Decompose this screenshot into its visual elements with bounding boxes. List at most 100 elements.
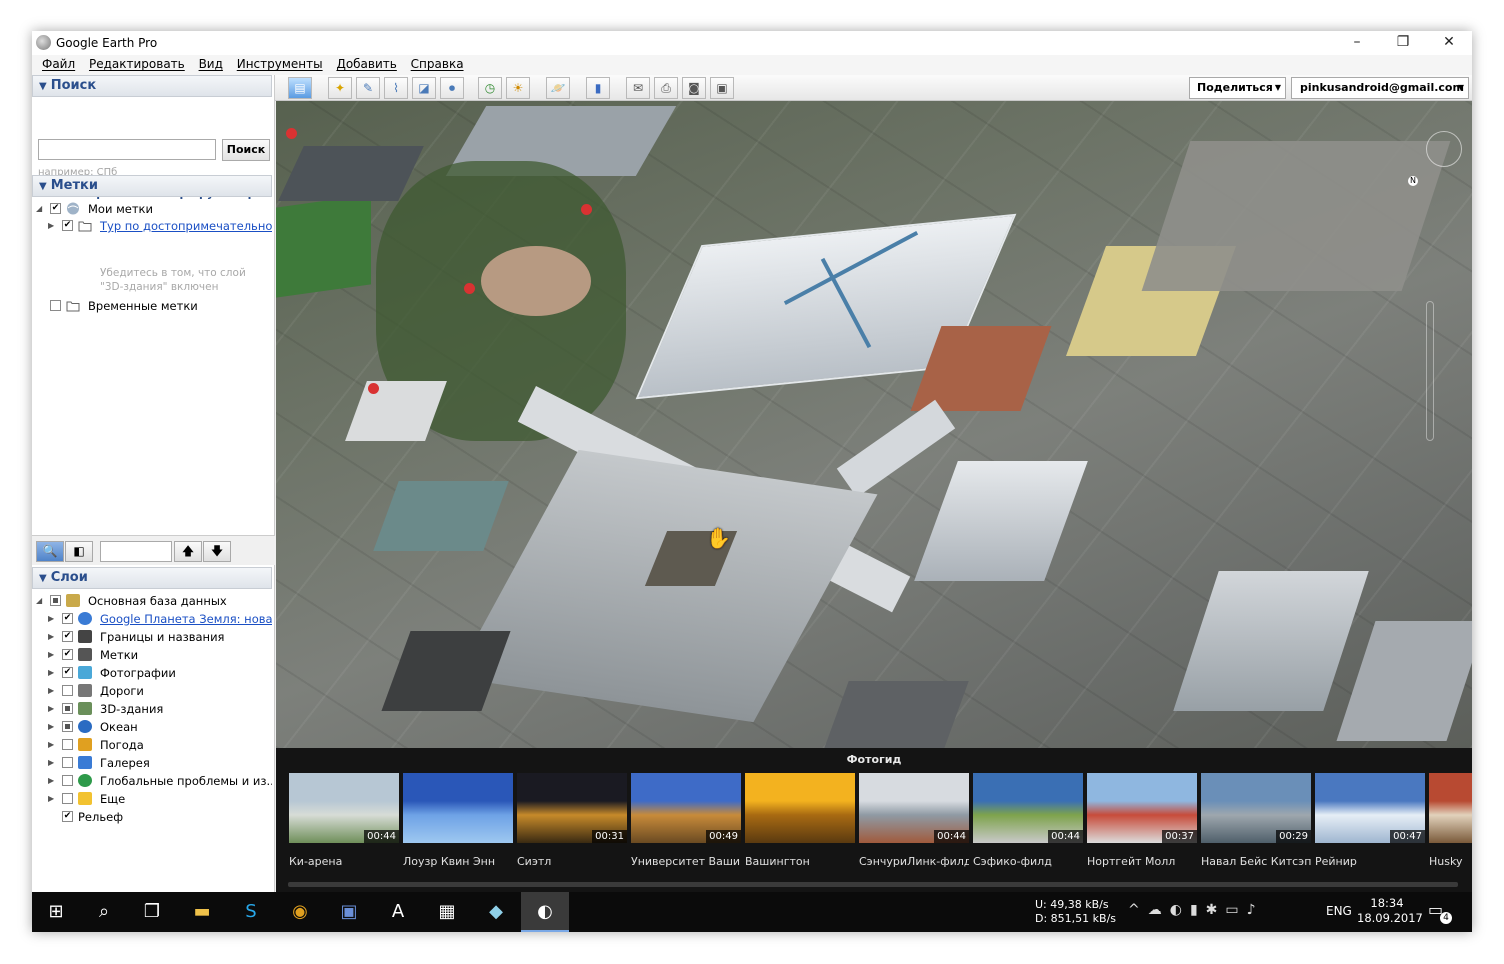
photo-guide-thumbnail[interactable]: 00:47 bbox=[1315, 773, 1425, 843]
expand-arrow-icon[interactable]: ▶ bbox=[48, 754, 56, 772]
skype-icon[interactable]: S bbox=[227, 892, 275, 932]
photo-guide-thumbnail[interactable]: 00:44 bbox=[973, 773, 1083, 843]
layer-row[interactable]: ▶ 3D-здания bbox=[32, 700, 272, 718]
photo-guide-thumbnail[interactable]: 00:31 bbox=[517, 773, 627, 843]
sidebar-filter-input[interactable] bbox=[100, 541, 172, 562]
thumbnail-label[interactable]: Университет Ваши... bbox=[631, 855, 741, 868]
menu-help[interactable]: Справка bbox=[406, 55, 469, 73]
thumbnail-label[interactable]: Нортгейт Молл bbox=[1087, 855, 1197, 868]
layer-row[interactable]: ▶ Еще bbox=[32, 790, 272, 808]
layer-row[interactable]: ▶ Погода bbox=[32, 736, 272, 754]
minimize-button[interactable]: – bbox=[1334, 31, 1380, 55]
expand-arrow-icon[interactable]: ▶ bbox=[48, 772, 56, 790]
thumbnail-label[interactable]: Сиэтл bbox=[517, 855, 627, 868]
compass-ring[interactable] bbox=[1426, 131, 1462, 167]
tree-item-tour[interactable]: ▶ ✔ Тур по достопримечательностям bbox=[32, 217, 272, 235]
taskbar-clock[interactable]: 18:34 18.09.2017 bbox=[1357, 896, 1423, 926]
photo-guide-thumbnail[interactable]: 00:29 bbox=[1201, 773, 1311, 843]
expand-arrow-icon[interactable]: ▶ bbox=[48, 610, 56, 628]
layer-row[interactable]: ▶ Дороги bbox=[32, 682, 272, 700]
save-image-icon[interactable]: ▣ bbox=[710, 77, 734, 99]
email-icon[interactable]: ✉ bbox=[626, 77, 650, 99]
layer-checkbox[interactable]: ✔ bbox=[62, 667, 73, 678]
system-tray-icons[interactable]: ^☁◐▮✱▭♪ bbox=[1128, 902, 1264, 918]
calculator-icon[interactable]: ▦ bbox=[423, 892, 471, 932]
add-polygon-icon[interactable]: ✎ bbox=[356, 77, 380, 99]
expand-arrow-icon[interactable]: ▶ bbox=[48, 718, 56, 736]
layer-row[interactable]: ▶ Галерея bbox=[32, 754, 272, 772]
tree-item-label[interactable]: Тур по достопримечательностям bbox=[100, 217, 272, 235]
layer-checkbox[interactable]: ✔ bbox=[62, 649, 73, 660]
layer-row[interactable]: ▶ ✔ Google Планета Земля: новая в bbox=[32, 610, 272, 628]
sidebar-toggle-icon[interactable]: ▤ bbox=[288, 77, 312, 99]
collapse-arrow-icon[interactable]: ◢ bbox=[36, 200, 44, 218]
save-disk-icon[interactable]: ▣ bbox=[325, 892, 373, 932]
close-button[interactable]: ✕ bbox=[1426, 31, 1472, 55]
menu-view[interactable]: Вид bbox=[194, 55, 228, 73]
layers-panel-header[interactable]: ▼ Слои bbox=[32, 567, 272, 589]
file-explorer-icon[interactable]: ▬ bbox=[178, 892, 226, 932]
google-earth-taskbar-icon[interactable]: ◐ bbox=[521, 892, 569, 932]
add-placemark-icon[interactable]: ✦ bbox=[328, 77, 352, 99]
image-overlay-icon[interactable]: ◪ bbox=[412, 77, 436, 99]
layer-row[interactable]: ▶ ✔ Фотографии bbox=[32, 664, 272, 682]
ruler-icon[interactable]: ▮ bbox=[586, 77, 610, 99]
layer-checkbox[interactable] bbox=[50, 595, 61, 606]
chrome-icon[interactable]: ◉ bbox=[276, 892, 324, 932]
photo-guide-thumbnail[interactable]: 00:44 bbox=[859, 773, 969, 843]
print-icon[interactable]: ⎙ bbox=[654, 77, 678, 99]
search-input[interactable] bbox=[38, 139, 216, 160]
maximize-button[interactable]: ❐ bbox=[1380, 31, 1426, 55]
thumbnail-label[interactable]: Сэфико-филд bbox=[973, 855, 1083, 868]
search-button[interactable]: Поиск bbox=[222, 139, 270, 161]
panel-toggle-icon[interactable]: ◧ bbox=[65, 541, 93, 562]
menu-tools[interactable]: Инструменты bbox=[232, 55, 328, 73]
move-down-arrow-icon[interactable]: 🡇 bbox=[203, 541, 231, 562]
layer-row[interactable]: ◢ Основная база данных bbox=[32, 592, 272, 610]
photo-360-marker-icon[interactable] bbox=[368, 383, 379, 394]
expand-arrow-icon[interactable]: ▶ bbox=[48, 217, 56, 235]
thumbnail-label[interactable]: Навал Бейс Китсэп... bbox=[1201, 855, 1311, 868]
move-up-arrow-icon[interactable]: 🡅 bbox=[174, 541, 202, 562]
layer-row[interactable]: ✔ Рельеф bbox=[32, 808, 272, 826]
photo-guide-scrollbar[interactable] bbox=[288, 882, 1458, 887]
record-tour-icon[interactable]: ⏺ bbox=[440, 77, 464, 99]
thumbnail-label[interactable]: СэнчуриЛинк-филд bbox=[859, 855, 969, 868]
layer-row[interactable]: ▶ Океан bbox=[32, 718, 272, 736]
expand-arrow-icon[interactable]: ▶ bbox=[48, 646, 56, 664]
font-app-icon[interactable]: A bbox=[374, 892, 422, 932]
photo-360-marker-icon[interactable] bbox=[464, 283, 475, 294]
layer-checkbox[interactable]: ✔ bbox=[62, 631, 73, 642]
photo-guide-thumbnail[interactable]: 00:44 bbox=[289, 773, 399, 843]
title-bar[interactable]: Google Earth Pro – ❐ ✕ bbox=[32, 31, 1472, 55]
magnifier-search-icon[interactable]: 🔍 bbox=[36, 541, 64, 562]
planets-icon[interactable]: 🪐 bbox=[546, 77, 570, 99]
layer-row[interactable]: ▶ ✔ Границы и названия bbox=[32, 628, 272, 646]
thumbnail-label[interactable]: Ки-арена bbox=[289, 855, 399, 868]
expand-arrow-icon[interactable]: ▶ bbox=[48, 790, 56, 808]
action-center-icon[interactable]: ▭ 4 bbox=[1428, 900, 1452, 924]
layer-checkbox[interactable]: ✔ bbox=[62, 811, 73, 822]
task-view-icon[interactable]: ❐ bbox=[128, 892, 176, 932]
menu-edit[interactable]: Редактировать bbox=[84, 55, 190, 73]
layer-row[interactable]: ▶ Глобальные проблемы и из... bbox=[32, 772, 272, 790]
layer-checkbox[interactable]: ✔ bbox=[62, 613, 73, 624]
thumbnail-label[interactable]: Husky bbox=[1429, 855, 1472, 868]
layer-checkbox[interactable] bbox=[62, 793, 73, 804]
add-path-icon[interactable]: ⌇ bbox=[384, 77, 408, 99]
search-icon[interactable]: ⌕ bbox=[80, 892, 128, 932]
share-button[interactable]: Поделиться ▼ bbox=[1189, 77, 1286, 99]
map-3d-view[interactable]: N ✋ bbox=[276, 101, 1472, 748]
menu-file[interactable]: Файл bbox=[37, 55, 80, 73]
north-indicator-icon[interactable]: N bbox=[1408, 176, 1418, 186]
layer-checkbox[interactable] bbox=[62, 703, 73, 714]
layer-checkbox[interactable] bbox=[62, 721, 73, 732]
expand-arrow-icon[interactable]: ▶ bbox=[48, 700, 56, 718]
photo-guide-thumbnail[interactable] bbox=[745, 773, 855, 843]
thumbnail-label[interactable]: Лоузр Квин Энн bbox=[403, 855, 513, 868]
tour-checkbox[interactable]: ✔ bbox=[62, 220, 73, 231]
expand-arrow-icon[interactable]: ▶ bbox=[48, 736, 56, 754]
account-button[interactable]: pinkusandroid@gmail.com ▼ bbox=[1291, 77, 1469, 99]
photo-guide-thumbnail[interactable] bbox=[1429, 773, 1472, 843]
photo-guide-thumbnail[interactable] bbox=[403, 773, 513, 843]
